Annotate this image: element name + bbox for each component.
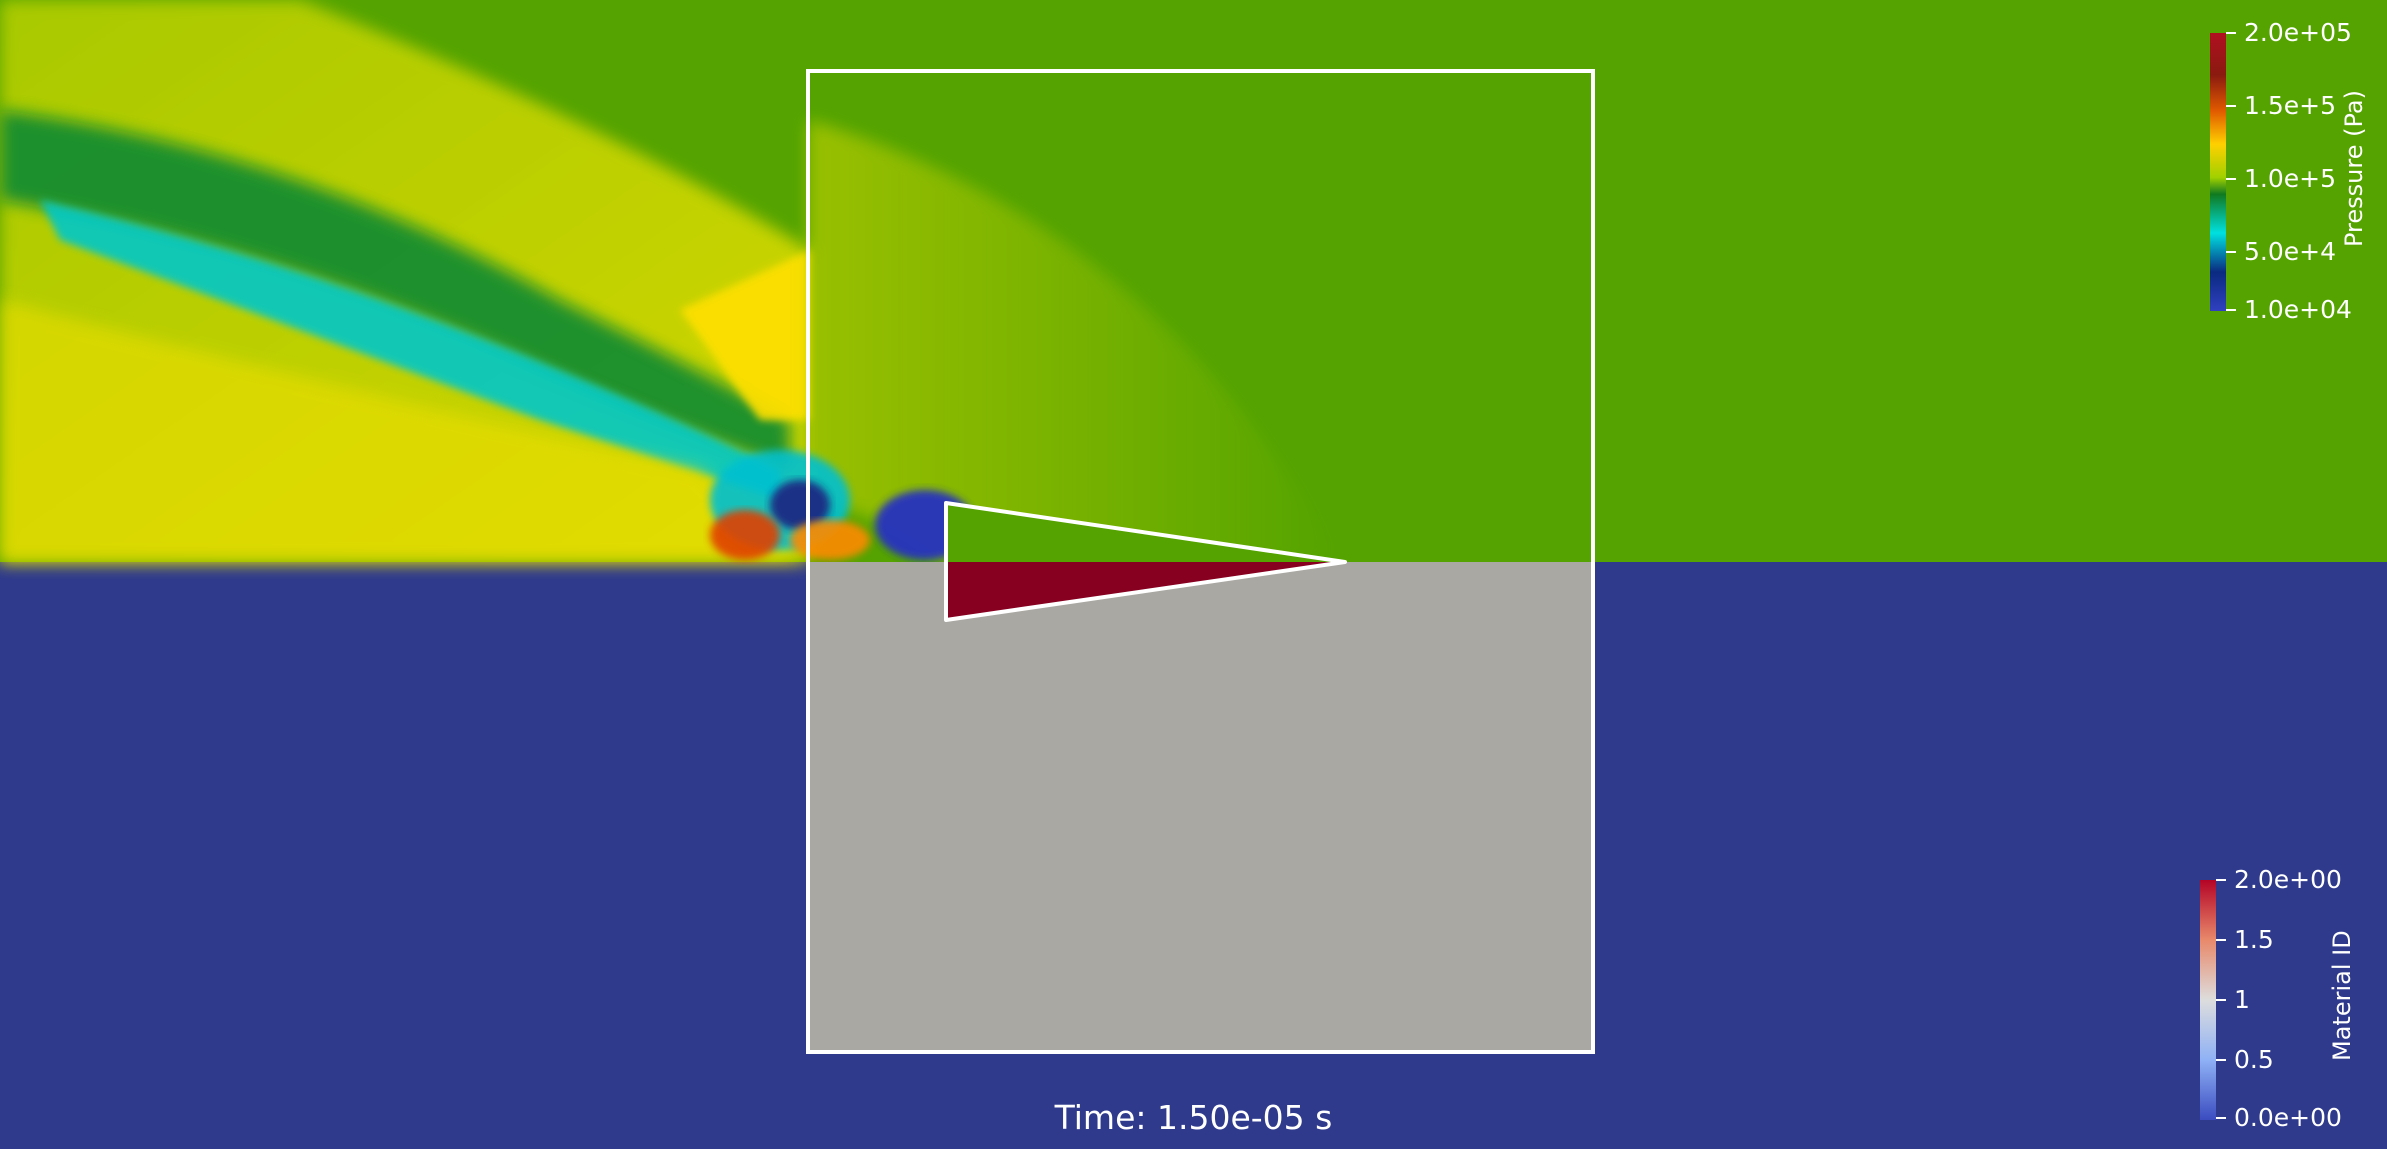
material-tick-3: 0.5 (2234, 1045, 2274, 1074)
material-colorbar (2200, 880, 2216, 1120)
material-tick-1: 1.5 (2234, 925, 2274, 954)
material-legend[interactable]: 2.0e+00 1.5 1 0.5 0.0e+00 Material ID (2190, 867, 2380, 1135)
time-annotation: Time: 1.50e-05 s (1054, 1098, 1333, 1137)
pressure-tick-2: 1.0e+5 (2244, 164, 2336, 193)
pressure-tick-max: 2.0e+05 (2244, 18, 2352, 47)
pressure-tick-min: 1.0e+04 (2244, 295, 2352, 324)
pressure-tick-3: 5.0e+4 (2244, 237, 2336, 266)
pressure-tick-1: 1.5e+5 (2244, 91, 2336, 120)
pressure-field (0, 0, 2387, 562)
material-tick-max: 2.0e+00 (2234, 865, 2342, 894)
pressure-colorbar (2210, 33, 2226, 311)
pressure-legend-title: Pressure (Pa) (2340, 90, 2368, 247)
material-region (808, 562, 1593, 1052)
pressure-legend[interactable]: 2.0e+05 1.5e+5 1.0e+5 5.0e+4 1.0e+04 Pre… (2200, 20, 2380, 325)
material-legend-title: Material ID (2328, 930, 2356, 1061)
render-viewport[interactable] (0, 0, 2387, 1149)
material-tick-2: 1 (2234, 985, 2250, 1014)
